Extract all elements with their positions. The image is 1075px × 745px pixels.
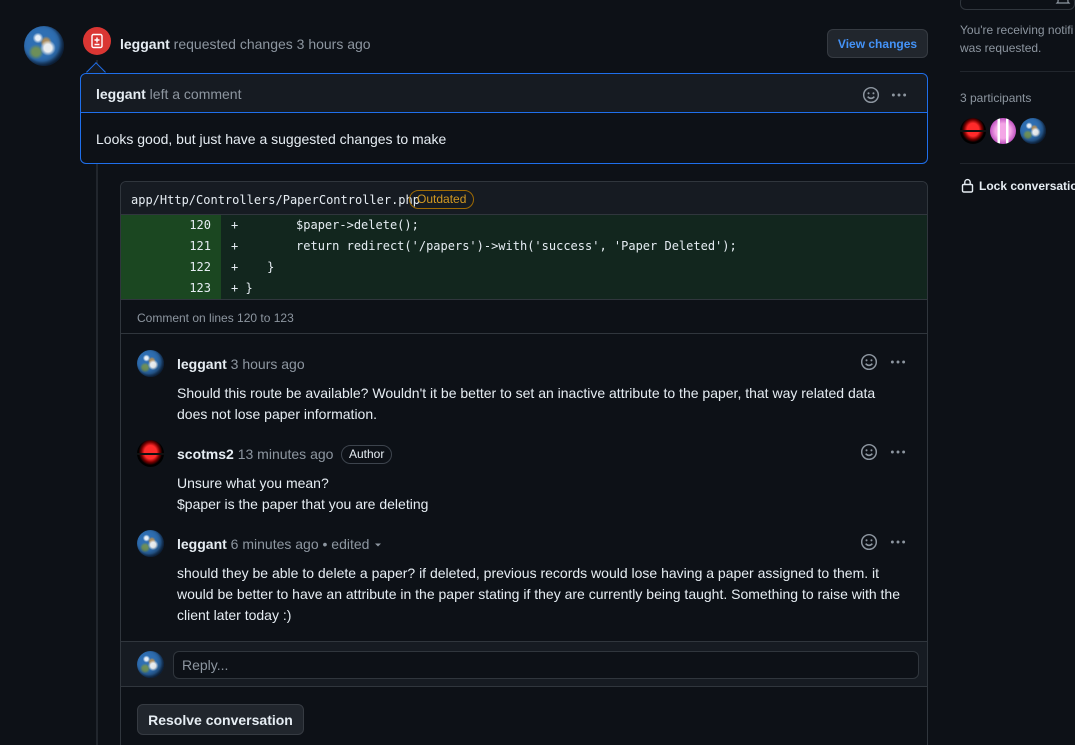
- diff-line-number[interactable]: 122: [121, 257, 221, 278]
- resolve-conversation-button[interactable]: Resolve conversation: [137, 704, 304, 735]
- avatar-leggant[interactable]: [137, 350, 164, 377]
- lock-icon[interactable]: [961, 178, 974, 193]
- comment-line: client later today :): [177, 607, 292, 623]
- avatar-leggant[interactable]: [24, 26, 64, 66]
- review-comment-title: leggant left a comment: [96, 86, 242, 102]
- comment-time[interactable]: 6 minutes ago: [231, 536, 319, 552]
- diff-line-code: + return redirect('/papers')->with('succ…: [231, 239, 737, 253]
- participants-label: 3 participants: [960, 91, 1032, 105]
- comment-body: Unsure what you mean? $paper is the pape…: [177, 473, 428, 515]
- chevron-down-icon[interactable]: [373, 540, 383, 550]
- more-options-icon[interactable]: [889, 353, 907, 371]
- review-thread: app/Http/Controllers/PaperController.php…: [120, 181, 928, 745]
- diff-line-code: + $paper->delete();: [231, 218, 419, 232]
- outdated-badge: Outdated: [409, 190, 475, 209]
- sidebar-divider: [960, 71, 1075, 72]
- diff-line-code: + }: [231, 281, 253, 295]
- comment-header: scotms2 13 minutes ago: [177, 446, 333, 462]
- diff-line-number[interactable]: 120: [121, 215, 221, 236]
- more-options-icon[interactable]: [890, 86, 908, 104]
- review-comment: leggant left a comment Looks good, but j…: [80, 73, 928, 164]
- comment-range-text: Comment on lines 120 to 123: [137, 311, 294, 325]
- file-path[interactable]: app/Http/Controllers/PaperController.php: [131, 193, 420, 207]
- comment-line: Should this route be available? Wouldn't…: [177, 385, 876, 401]
- timeline-event-text: leggant requested changes 3 hours ago: [120, 36, 371, 52]
- more-options-icon[interactable]: [889, 443, 907, 461]
- diff-hunk: 120 + $paper->delete(); 121 + return red…: [121, 215, 927, 299]
- notification-line: You're receiving notifi: [960, 23, 1074, 37]
- comment-line: should they be able to delete a paper? i…: [177, 565, 880, 581]
- review-author[interactable]: leggant: [96, 86, 146, 102]
- smiley-icon[interactable]: [862, 86, 880, 104]
- comment-time[interactable]: 13 minutes ago: [238, 446, 334, 462]
- author-badge: Author: [341, 445, 393, 464]
- comment-line: $paper is the paper that you are deletin…: [177, 496, 429, 512]
- participant-avatar[interactable]: [990, 118, 1016, 144]
- smiley-icon[interactable]: [860, 443, 878, 461]
- review-comment-header: leggant left a comment: [81, 74, 927, 113]
- view-changes-button[interactable]: View changes: [827, 29, 928, 58]
- review-action: left a comment: [149, 86, 242, 102]
- diff-line: 121 + return redirect('/papers')->with('…: [121, 236, 927, 257]
- comment-body: should they be able to delete a paper? i…: [177, 563, 900, 626]
- diff-line-number[interactable]: 123: [121, 278, 221, 299]
- smiley-icon[interactable]: [860, 353, 878, 371]
- event-action: requested changes 3 hours ago: [173, 36, 371, 52]
- requested-changes-icon: [83, 27, 111, 55]
- comment-line: Unsure what you mean?: [177, 475, 329, 491]
- lock-conversation-link[interactable]: Lock conversation: [979, 179, 1075, 193]
- comment-header: leggant 3 hours ago: [177, 356, 305, 372]
- comment-body: Should this route be available? Wouldn't…: [177, 383, 875, 425]
- comment-author[interactable]: leggant: [177, 536, 227, 552]
- notification-reason: You're receiving notifi was requested.: [960, 21, 1073, 57]
- event-author[interactable]: leggant: [120, 36, 170, 52]
- comment-author[interactable]: leggant: [177, 356, 227, 372]
- comment-header: leggant 6 minutes ago • edited: [177, 536, 383, 552]
- diff-line-code: + }: [231, 260, 275, 274]
- edited-dropdown[interactable]: • edited: [323, 536, 370, 552]
- bell-icon: [1055, 0, 1071, 4]
- participant-avatar-leggant[interactable]: [1020, 118, 1046, 144]
- participant-avatar-scotms2[interactable]: [960, 118, 986, 144]
- avatar-scotms2[interactable]: [137, 440, 164, 467]
- more-options-icon[interactable]: [889, 533, 907, 551]
- reply-row: Reply...: [121, 641, 927, 687]
- diff-line: 122 + }: [121, 257, 927, 278]
- avatar-leggant[interactable]: [137, 530, 164, 557]
- diff-line: 120 + $paper->delete();: [121, 215, 927, 236]
- comment-time[interactable]: 3 hours ago: [231, 356, 305, 372]
- avatar-current-user: [137, 651, 164, 678]
- diff-line-number[interactable]: 121: [121, 236, 221, 257]
- notification-line: was requested.: [960, 41, 1042, 55]
- review-comment-body: Looks good, but just have a suggested ch…: [96, 131, 447, 147]
- comment-range: Comment on lines 120 to 123: [121, 299, 927, 334]
- comment-line: would be better to have an attribute in …: [177, 586, 900, 602]
- smiley-icon[interactable]: [860, 533, 878, 551]
- comment-line: does not lose paper information.: [177, 406, 378, 422]
- sidebar-divider: [960, 163, 1075, 164]
- reply-input[interactable]: Reply...: [173, 651, 919, 679]
- file-header: app/Http/Controllers/PaperController.php…: [121, 182, 927, 215]
- diff-line: 123 + }: [121, 278, 927, 299]
- comment-author[interactable]: scotms2: [177, 446, 234, 462]
